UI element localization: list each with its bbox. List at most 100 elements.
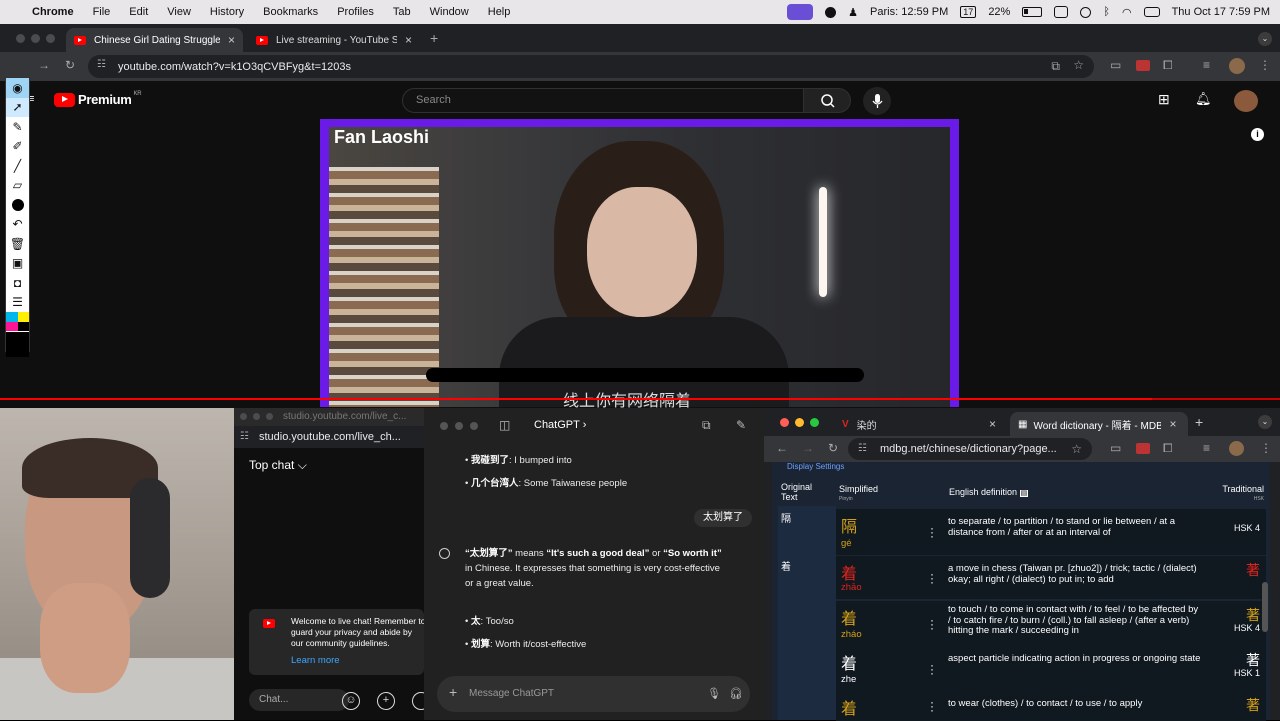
- traditional-char[interactable]: 著: [1246, 695, 1260, 715]
- site-info-icon[interactable]: ☷: [240, 426, 249, 448]
- chrome-menu-icon[interactable]: ⋮: [1260, 441, 1272, 455]
- zoom-window-button[interactable]: [810, 418, 819, 427]
- extension-icon[interactable]: ▭: [1110, 58, 1121, 72]
- emoji-icon[interactable]: ☺: [342, 692, 360, 710]
- new-tab-icon[interactable]: +: [430, 30, 438, 46]
- forward-icon[interactable]: →: [38, 58, 50, 72]
- color-icon[interactable]: [6, 312, 29, 332]
- minimize-window-button[interactable]: [455, 422, 463, 430]
- video-player[interactable]: [320, 119, 959, 407]
- attach-plus-icon[interactable]: +: [449, 684, 457, 700]
- trash-icon[interactable]: 🗑︎: [6, 234, 29, 254]
- more-options-icon[interactable]: · · ·: [930, 522, 934, 542]
- info-icon[interactable]: i: [1251, 128, 1264, 141]
- world-clock[interactable]: Paris: 12:59 PM: [870, 6, 948, 18]
- marker-icon[interactable]: ╱: [6, 156, 29, 176]
- wifi-icon[interactable]: ◠: [1122, 6, 1132, 19]
- tab-youtube-video[interactable]: Chinese Girl Dating Struggles ×: [66, 28, 243, 52]
- close-window-button[interactable]: [440, 422, 448, 430]
- clipboard-icon[interactable]: ☰: [6, 293, 29, 313]
- search-button[interactable]: [803, 88, 851, 113]
- learn-more-link[interactable]: Learn more: [291, 655, 340, 666]
- status-dot-icon[interactable]: [825, 6, 837, 18]
- top-chat-dropdown[interactable]: Top chat ⌵: [249, 458, 307, 473]
- menu-bookmarks[interactable]: Bookmarks: [263, 6, 318, 18]
- black-icon[interactable]: [6, 331, 29, 357]
- lasso-icon[interactable]: ✎: [6, 117, 29, 137]
- new-chat-icon[interactable]: ✎: [736, 418, 746, 432]
- simplified-char[interactable]: 隔: [841, 513, 857, 537]
- minimize-window-button[interactable]: [253, 413, 260, 420]
- calendar-badge[interactable]: 17: [960, 6, 977, 18]
- undo-icon[interactable]: ↶: [6, 215, 29, 235]
- extension-red-icon[interactable]: [1136, 443, 1150, 454]
- more-options-icon[interactable]: · · ·: [930, 696, 934, 716]
- simplified-char[interactable]: 着: [841, 605, 857, 629]
- account-avatar[interactable]: [1234, 90, 1258, 112]
- install-app-icon[interactable]: ⧉: [1051, 59, 1060, 74]
- close-tab-icon[interactable]: ×: [405, 33, 412, 47]
- notifications-bell-icon[interactable]: 🔔︎: [1195, 91, 1212, 107]
- chat-input[interactable]: Chat...: [249, 689, 349, 711]
- more-options-icon[interactable]: · · ·: [930, 568, 934, 588]
- menu-edit[interactable]: Edit: [129, 6, 148, 18]
- zoom-window-button[interactable]: [266, 413, 273, 420]
- close-tab-icon[interactable]: ×: [1169, 417, 1176, 431]
- camera-icon[interactable]: ◘: [6, 273, 29, 293]
- mdbg-url-text[interactable]: mdbg.net/chinese/dictionary?page...: [880, 443, 1057, 455]
- close-tab-icon[interactable]: ×: [228, 33, 235, 47]
- menu-view[interactable]: View: [167, 6, 191, 18]
- bookmark-star-icon[interactable]: ☆: [1071, 438, 1082, 460]
- eraser-icon[interactable]: ▱: [6, 176, 29, 196]
- screen-icon[interactable]: ▣: [6, 254, 29, 274]
- menu-profiles[interactable]: Profiles: [337, 6, 374, 18]
- extension-red-icon[interactable]: [1136, 60, 1150, 71]
- eye-icon[interactable]: ◉: [6, 78, 29, 98]
- menu-history[interactable]: History: [210, 6, 244, 18]
- chrome-menu-icon[interactable]: ⋮: [1259, 58, 1271, 72]
- media-icon[interactable]: ≡: [1203, 441, 1210, 455]
- mdbg-url-omnibox[interactable]: ☷ mdbg.net/chinese/dictionary?page... ☆: [848, 438, 1092, 460]
- control-center-icon[interactable]: [1143, 7, 1160, 17]
- play-icon[interactable]: [1080, 6, 1092, 18]
- youtube-logo[interactable]: Premium KR: [54, 91, 142, 107]
- menu-tab[interactable]: Tab: [393, 6, 411, 18]
- screen-record-icon[interactable]: [787, 4, 814, 20]
- headphones-icon[interactable]: 🎧︎: [729, 687, 743, 700]
- sidebar-toggle-icon[interactable]: ◫: [499, 418, 510, 432]
- tab-search-icon[interactable]: ⌄: [1258, 32, 1272, 46]
- profile-avatar[interactable]: [1229, 58, 1245, 74]
- tab-studio[interactable]: Live streaming - YouTube Stu ×: [248, 28, 420, 52]
- bluetooth-icon[interactable]: ᛒ: [1103, 6, 1110, 18]
- studio-url-bar[interactable]: ☷ studio.youtube.com/live_ch...: [234, 426, 424, 448]
- menu-help[interactable]: Help: [488, 6, 511, 18]
- simplified-char[interactable]: 着: [841, 560, 857, 584]
- zoom-window-button[interactable]: [470, 422, 478, 430]
- site-info-icon[interactable]: ☷: [97, 59, 106, 70]
- create-video-icon[interactable]: ⊞: [1158, 91, 1170, 108]
- copy-window-icon[interactable]: ⧉: [702, 418, 711, 433]
- voice-search-button[interactable]: [863, 87, 891, 115]
- puzzle-icon[interactable]: ⧠: [1163, 58, 1173, 73]
- simplified-char[interactable]: 着: [841, 695, 857, 719]
- video-progress-bar[interactable]: [0, 398, 1280, 400]
- close-tab-icon[interactable]: ×: [989, 417, 996, 431]
- add-icon[interactable]: +: [377, 692, 395, 710]
- close-window-button[interactable]: [16, 34, 25, 43]
- scrollbar[interactable]: [1262, 582, 1268, 632]
- reload-icon[interactable]: ↻: [828, 441, 838, 455]
- pen-icon[interactable]: ✐: [6, 137, 29, 157]
- menubar-datetime[interactable]: Thu Oct 17 7:59 PM: [1172, 6, 1270, 18]
- dictionary-row[interactable]: 着 zhe · · · aspect particle indicating action…: [836, 646, 1266, 691]
- puzzle-icon[interactable]: ⧠: [1163, 441, 1173, 456]
- mic-icon[interactable]: 🎙︎: [707, 687, 721, 700]
- close-window-button[interactable]: [780, 418, 789, 427]
- minimize-window-button[interactable]: [31, 34, 40, 43]
- person-icon[interactable]: ♟: [848, 6, 858, 19]
- minimize-window-button[interactable]: [795, 418, 804, 427]
- forward-icon[interactable]: →: [802, 441, 814, 455]
- menu-app-name[interactable]: Chrome: [32, 6, 74, 18]
- back-icon[interactable]: ←: [776, 441, 788, 455]
- menu-window[interactable]: Window: [430, 6, 469, 18]
- reload-icon[interactable]: ↻: [65, 58, 75, 72]
